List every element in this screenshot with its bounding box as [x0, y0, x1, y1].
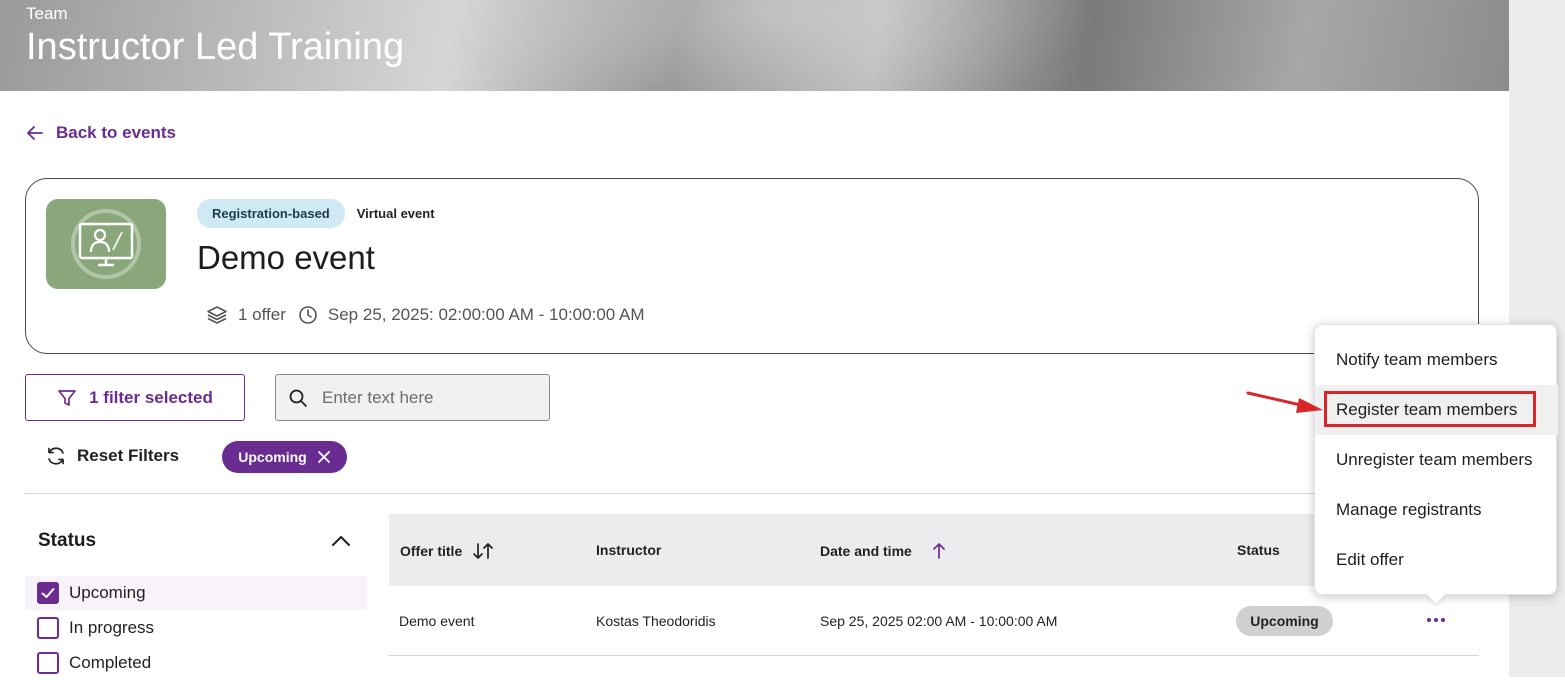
status-filter-title: Status: [38, 530, 97, 551]
event-meta: 1 offer Sep 25, 2025: 02:00:00 AM - 10:0…: [206, 304, 645, 326]
sort-ascending-icon[interactable]: [928, 542, 950, 560]
chevron-up-icon[interactable]: [330, 530, 352, 557]
status-badge: Upcoming: [1236, 606, 1333, 636]
row-actions-menu: Notify team members Register team member…: [1314, 324, 1558, 595]
column-header-offer-title[interactable]: Offer title: [400, 542, 494, 560]
checkbox[interactable]: [37, 652, 59, 674]
column-label: Offer title: [400, 543, 463, 559]
cell-instructor: Kostas Theodoridis: [596, 613, 716, 629]
status-option-in-progress[interactable]: In progress: [25, 611, 367, 645]
annotation-highlight-box: [1324, 391, 1536, 427]
search-box: [275, 374, 550, 421]
column-label: Status: [1237, 542, 1280, 558]
menu-item-unregister[interactable]: Unregister team members: [1315, 435, 1558, 485]
virtual-classroom-icon: [71, 209, 141, 279]
status-option-label: Completed: [69, 653, 152, 672]
reset-filters-label: Reset Filters: [77, 446, 180, 465]
page-title: Instructor Led Training: [26, 26, 405, 68]
event-title: Demo event: [197, 239, 375, 276]
divider: [25, 493, 1479, 494]
registration-tag: Registration-based: [197, 199, 345, 228]
cell-date-time: Sep 25, 2025 02:00 AM - 10:00:00 AM: [820, 613, 1058, 629]
column-label: Instructor: [596, 542, 662, 558]
status-option-completed[interactable]: Completed: [25, 646, 367, 680]
filter-button-label: 1 filter selected: [89, 387, 213, 407]
annotation-arrow-icon: [1246, 391, 1323, 413]
column-header-status[interactable]: Status: [1237, 542, 1280, 558]
event-type-tag: Virtual event: [356, 206, 435, 221]
active-filter-chip[interactable]: Upcoming: [222, 441, 347, 473]
column-header-instructor[interactable]: Instructor: [596, 542, 661, 558]
menu-item-notify[interactable]: Notify team members: [1315, 335, 1558, 385]
checkbox-checked[interactable]: [37, 582, 59, 604]
status-option-label: In progress: [69, 618, 155, 637]
column-label: Date and time: [820, 543, 912, 559]
filter-icon: [58, 389, 76, 406]
search-input[interactable]: [322, 387, 522, 408]
filter-button[interactable]: 1 filter selected: [25, 374, 245, 421]
event-card: Registration-based Virtual event Demo ev…: [25, 178, 1479, 354]
clock-icon: [299, 306, 317, 324]
cell-offer-title: Demo event: [399, 613, 475, 629]
table-row: Demo event Kostas Theodoridis Sep 25, 20…: [389, 586, 1479, 656]
layers-icon: [207, 306, 227, 324]
event-thumbnail: [46, 199, 166, 289]
event-datetime: Sep 25, 2025: 02:00:00 AM - 10:00:00 AM: [327, 305, 645, 324]
checkmark-icon: [41, 588, 55, 598]
column-header-date-time[interactable]: Date and time: [820, 542, 950, 560]
menu-item-manage-registrants[interactable]: Manage registrants: [1315, 485, 1558, 535]
status-option-upcoming[interactable]: Upcoming: [25, 576, 367, 610]
event-tags: Registration-based Virtual event: [197, 199, 435, 228]
back-to-events-link[interactable]: Back to events: [26, 123, 176, 143]
active-filter-chip-label: Upcoming: [238, 449, 307, 465]
arrow-left-icon: [27, 126, 43, 140]
offer-count: 1 offer: [238, 305, 286, 324]
refresh-icon: [48, 447, 64, 465]
more-actions-icon[interactable]: [1425, 610, 1447, 630]
search-icon: [289, 389, 307, 407]
checkbox[interactable]: [37, 617, 59, 639]
page-banner: Team Instructor Led Training: [0, 0, 1509, 91]
sort-icon[interactable]: [472, 542, 494, 560]
banner-decoration: [420, 0, 1120, 91]
back-link-label: Back to events: [56, 123, 176, 142]
close-icon[interactable]: [317, 450, 331, 464]
reset-filters-button[interactable]: Reset Filters: [45, 445, 179, 467]
status-option-label: Upcoming: [69, 583, 146, 602]
menu-item-edit-offer[interactable]: Edit offer: [1315, 535, 1558, 585]
banner-kicker: Team: [26, 4, 68, 23]
